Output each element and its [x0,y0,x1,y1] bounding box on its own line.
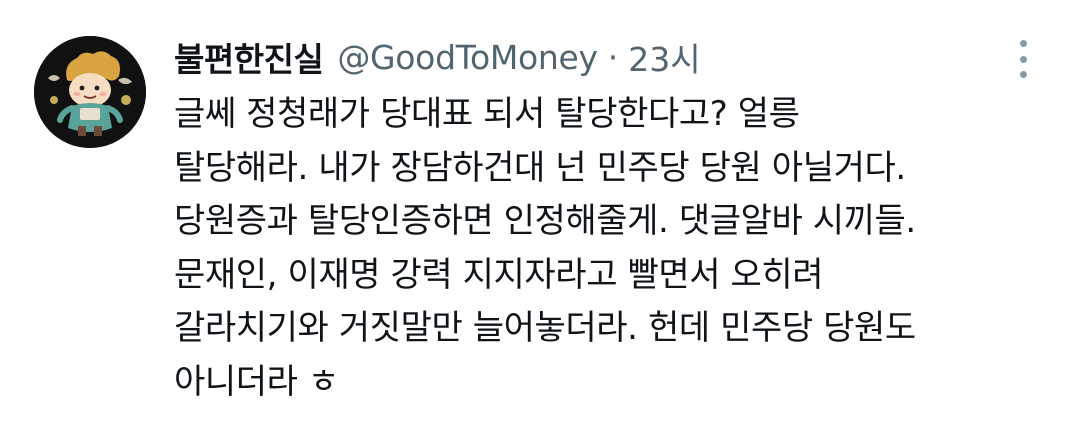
tweet-text-line: 당원증과 탈당인증하면 인정해줄게. 댓글알바 시끼들. [174,201,916,241]
tweet-text-line: 탈당해라. 내가 장담하건대 넌 민주당 당원 아닐거다. [174,147,906,188]
more-vertical-icon-dot [1019,71,1027,78]
tweet-text-line: 갈라치기와 거짓말만 늘어놓더라. 헌데 민주당 당원도 [174,308,916,348]
author-handle[interactable]: @GoodToMoney [337,38,598,77]
more-vertical-icon [1019,40,1027,47]
author-avatar[interactable] [34,36,146,148]
more-options-button[interactable] [1010,40,1036,78]
author-display-name[interactable]: 불편한진실 [174,33,324,81]
tweet-text-line: 문재인, 이재명 강력 지지자라고 빨면서 오히려 [174,254,824,295]
tweet-timestamp[interactable]: 23시 [628,33,700,81]
tweet-header: 불편한진실 @GoodToMoney · 23시 [174,34,701,80]
tweet-card: 불편한진실 @GoodToMoney · 23시 글쎄 정청래가 당대표 되서 … [0,0,1080,435]
cartoon-character-avatar-icon [34,36,146,148]
separator-dot: · [607,37,619,77]
tweet-text-line: 아니더라 ㅎ [174,361,339,402]
tweet-text-line: 글쎄 정청래가 당대표 되서 탈당한다고? 얼릉 [174,94,800,134]
tweet-text: 글쎄 정청래가 당대표 되서 탈당한다고? 얼릉 탈당해라. 내가 장담하건대 … [174,88,1054,409]
more-vertical-icon-dot [1019,55,1027,63]
